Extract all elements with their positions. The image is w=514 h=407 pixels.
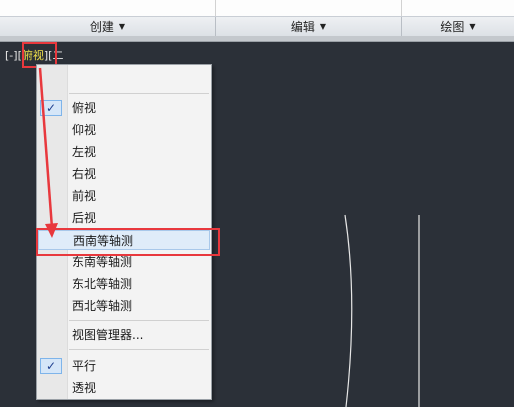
chevron-down-icon: ▼: [319, 22, 327, 31]
ribbon-group-draw-label: 绘图: [440, 20, 465, 34]
ribbon-group-bar: 创建 ▼ 编辑 ▼ 绘图 ▼: [0, 16, 514, 37]
ribbon-group-create-label: 创建: [89, 20, 114, 34]
ribbon-group-create[interactable]: 创建 ▼: [0, 17, 216, 36]
menu-separator: [69, 320, 209, 321]
ribbon-group-draw[interactable]: 绘图 ▼: [402, 17, 514, 36]
chevron-down-icon: ▼: [118, 22, 126, 31]
menu-item-nw-isometric[interactable]: 西北等轴测: [38, 296, 210, 316]
viewport-minus-control[interactable]: [-]: [5, 49, 18, 62]
ribbon-panel-edit: [216, 0, 402, 16]
menu-item-bottom[interactable]: 仰视: [38, 120, 210, 140]
menu-item-right[interactable]: 右视: [38, 164, 210, 184]
menu-item-left[interactable]: 左视: [38, 142, 210, 162]
menu-separator: [69, 93, 209, 94]
ribbon-group-edit-label: 编辑: [290, 20, 315, 34]
check-icon: ✓: [40, 358, 62, 374]
menu-separator: [69, 349, 209, 350]
ribbon: 创建 ▼ 编辑 ▼ 绘图 ▼: [0, 0, 514, 37]
menu-item-front[interactable]: 前视: [38, 186, 210, 206]
menu-item-view-manager[interactable]: 视图管理器...: [38, 325, 210, 345]
ribbon-panel-draw: [402, 0, 514, 16]
menu-item-back[interactable]: 后视: [38, 208, 210, 228]
ribbon-group-edit[interactable]: 编辑 ▼: [216, 17, 402, 36]
menu-item-perspective[interactable]: 透视: [38, 378, 210, 398]
chevron-down-icon: ▼: [469, 22, 476, 31]
menu-item-parallel[interactable]: ✓ 平行: [38, 356, 210, 376]
annotation-highlight-sw-isometric: [36, 228, 220, 256]
check-icon: ✓: [40, 100, 62, 116]
menu-item-ne-isometric[interactable]: 东北等轴测: [38, 274, 210, 294]
menu-item-top[interactable]: ✓ 俯视: [38, 98, 210, 118]
ribbon-panel-create: [0, 0, 216, 16]
